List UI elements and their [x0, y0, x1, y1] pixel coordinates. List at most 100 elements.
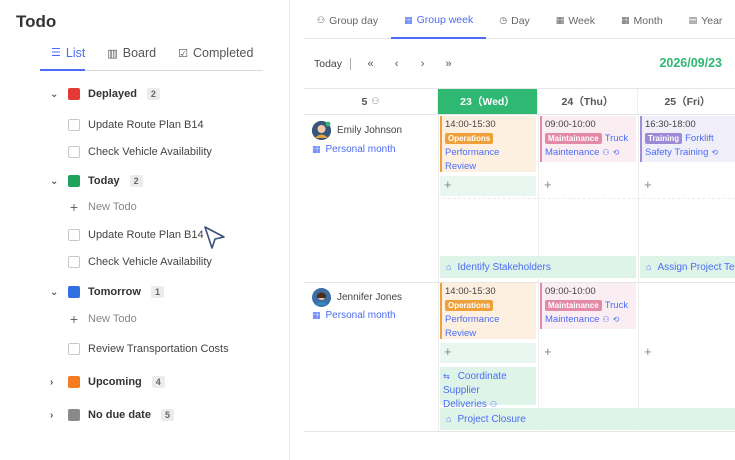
todo-checkbox[interactable] [68, 119, 80, 131]
tab-list[interactable]: ☰ List [40, 44, 86, 71]
event-time: 09:00-10:00 [545, 286, 596, 297]
calendar-panel: ⚇ Group day ▦ Group week ◷ Day ▦ Week ▦ … [290, 0, 735, 460]
event-time: 14:00-15:30 [445, 119, 496, 130]
today-button[interactable]: Today [314, 58, 352, 70]
group-today[interactable]: ⌄ Today 2 [50, 175, 143, 187]
tab-list-label: List [65, 45, 86, 60]
personal-calendar-link[interactable]: ▦ Personal month [312, 310, 396, 321]
project-title: Identify Stakeholders [457, 261, 551, 273]
tab-group-week[interactable]: ▦ Group week [391, 12, 487, 39]
tab-day[interactable]: ◷ Day [486, 12, 543, 38]
last-page-button[interactable]: » [442, 58, 455, 70]
list-icon: ☰ [51, 47, 61, 59]
todo-item[interactable]: Update Route Plan B14 [68, 229, 204, 241]
todo-item[interactable]: Update Route Plan B14 [68, 119, 204, 131]
project-title: Coordinate [457, 371, 507, 382]
grid-line [438, 115, 439, 432]
add-event-button[interactable]: + [640, 343, 735, 363]
project-bar[interactable]: ⌂ Identify Stakeholders [440, 256, 636, 278]
event-tag: Maintainance [545, 300, 602, 311]
tab-group-day[interactable]: ⚇ Group day [304, 12, 391, 38]
group-tomorrow[interactable]: ⌄ Tomorrow 1 [50, 286, 164, 298]
todo-checkbox[interactable] [68, 146, 80, 158]
prev-button[interactable]: ‹ [390, 58, 403, 70]
event-card[interactable]: 14:00-15:30 Operations Performance Revie… [440, 116, 536, 172]
add-event-button[interactable]: + [640, 176, 735, 196]
event-title: Truck [604, 300, 629, 311]
page-title: Todo [16, 12, 57, 31]
todo-item[interactable]: Review Transportation Costs [68, 343, 229, 355]
todo-item[interactable]: Check Vehicle Availability [68, 146, 212, 158]
current-date: 2026/09/23 [659, 56, 722, 70]
new-todo-button[interactable]: + New Todo [68, 311, 137, 327]
avatar-image [312, 121, 331, 140]
next-button[interactable]: › [416, 58, 429, 70]
tab-completed-label: Completed [192, 46, 254, 60]
group-upcoming[interactable]: › Upcoming 4 [50, 376, 165, 388]
column-header-people: 5 ⚇ [304, 89, 438, 115]
event-time: 09:00-10:00 [545, 119, 596, 130]
personal-calendar-link[interactable]: ▦ Personal month [312, 144, 396, 155]
todo-checkbox[interactable] [68, 229, 80, 241]
event-tag: Operations [445, 300, 494, 311]
tab-label: Group week [416, 14, 474, 26]
column-header-day[interactable]: 24（Thu） [538, 89, 638, 115]
add-event-button[interactable]: + [440, 343, 536, 363]
todo-checkbox[interactable] [68, 343, 80, 355]
calendar-icon: ▤ [688, 15, 698, 25]
event-tag: Operations [445, 133, 494, 144]
group-color-swatch [68, 88, 80, 100]
event-card[interactable]: 09:00-10:00 Maintainance Truck Maintenanc… [540, 116, 636, 162]
chevron-right-icon[interactable]: › [50, 377, 60, 388]
add-event-button[interactable]: + [440, 176, 536, 196]
group-icon: ⚇ [317, 15, 326, 25]
tab-completed[interactable]: ☑ Completed [178, 44, 253, 70]
event-title: Forklift [685, 133, 714, 144]
group-count: 5 [160, 409, 174, 421]
app-window: Todo ☰ List ▥ Board ☑ Completed ⌄ Deplay… [0, 0, 735, 460]
group-no-due-date[interactable]: › No due date 5 [50, 409, 174, 421]
column-header-day[interactable]: 25（Fri） [638, 89, 735, 115]
tab-board-label: Board [122, 46, 157, 60]
new-todo-label: New Todo [88, 201, 137, 213]
tab-board[interactable]: ▥ Board [107, 44, 156, 70]
person-row-header[interactable]: Emily Johnson [312, 121, 402, 140]
chevron-right-icon[interactable]: › [50, 410, 60, 421]
tab-month[interactable]: ▦ Month [608, 12, 676, 38]
chevron-down-icon[interactable]: ⌄ [50, 176, 60, 187]
project-bar[interactable]: ⇆ Coordinate Supplier Deliveries ⚇ [440, 367, 536, 410]
event-card[interactable]: 09:00-10:00 Maintainance Truck Maintenanc… [540, 283, 636, 329]
tab-label: Group day [329, 14, 379, 27]
person-row-header[interactable]: Jennifer Jones [312, 288, 402, 307]
add-event-button[interactable]: + [540, 343, 636, 363]
group-color-swatch [68, 376, 80, 388]
todo-item[interactable]: Check Vehicle Availability [68, 256, 212, 268]
plus-icon: + [69, 311, 79, 327]
event-card[interactable]: 16:30-18:00 Training Forklift Safety Trai… [640, 116, 735, 162]
people-count: 5 [361, 95, 368, 108]
group-delayed[interactable]: ⌄ Deplayed 2 [50, 88, 160, 100]
chevron-down-icon[interactable]: ⌄ [50, 287, 60, 298]
todo-label: Update Route Plan B14 [88, 119, 204, 131]
todo-checkbox[interactable] [68, 256, 80, 268]
column-header-day[interactable]: 23（Wed） [438, 89, 538, 115]
new-todo-button[interactable]: + New Todo [68, 200, 137, 214]
avatar [312, 288, 331, 307]
tab-year[interactable]: ▤ Year [676, 12, 735, 38]
add-event-button[interactable]: + [540, 176, 636, 196]
project-bar[interactable]: ⌂ Project Closure [440, 408, 735, 430]
event-title: Maintenance [545, 314, 600, 325]
project-bar[interactable]: ⌂ Assign Project Team [640, 256, 735, 278]
chevron-down-icon[interactable]: ⌄ [50, 89, 60, 100]
tab-week[interactable]: ▦ Week [543, 12, 608, 38]
event-title: Truck [604, 133, 629, 144]
repeat-icon: ⟲ [612, 148, 620, 157]
group-count: 1 [150, 286, 164, 298]
first-page-button[interactable]: « [364, 58, 377, 70]
project-title: Supplier Deliveries [443, 385, 487, 410]
event-title: Performance Review [445, 147, 500, 172]
event-time: 14:00-15:30 [445, 286, 496, 297]
event-card[interactable]: 14:00-15:30 Operations Performance Revie… [440, 283, 536, 339]
todo-label: Update Route Plan B14 [88, 229, 204, 241]
personal-calendar-label: Personal month [325, 310, 396, 321]
